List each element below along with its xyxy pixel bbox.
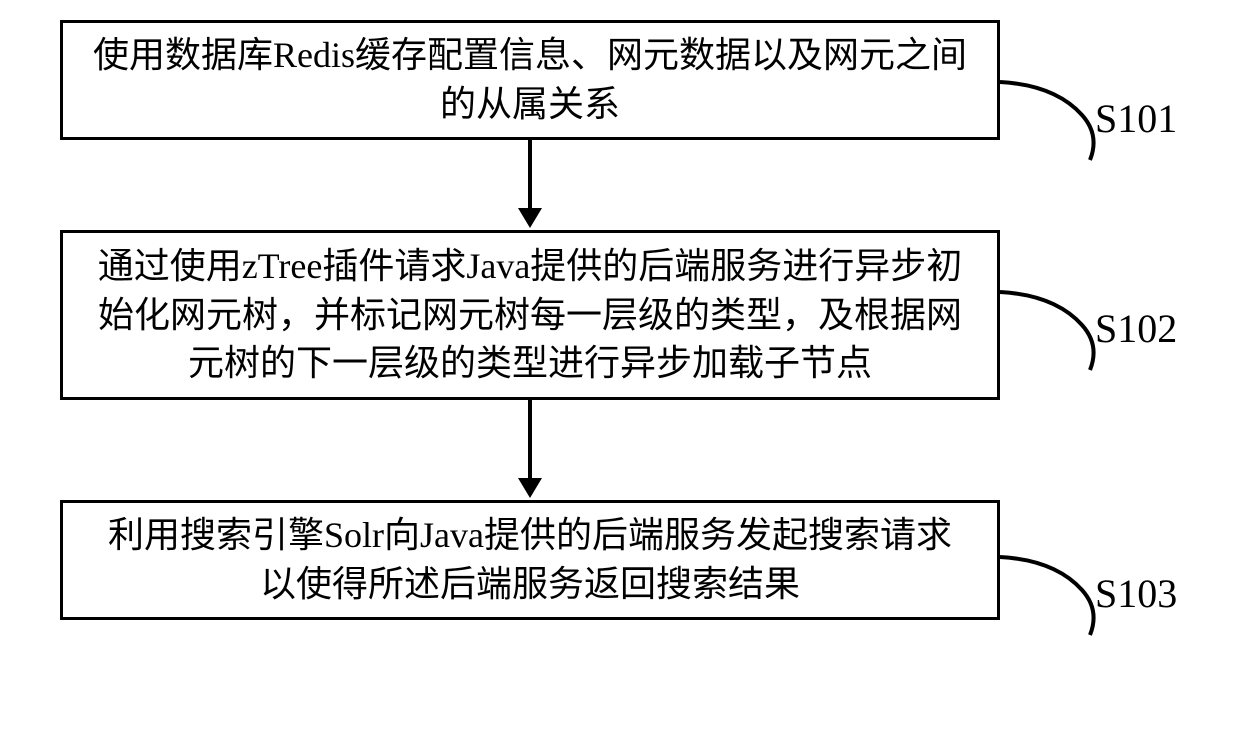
connector-swoosh-s102 (1000, 290, 1100, 375)
step-box-s101: 使用数据库Redis缓存配置信息、网元数据以及网元之间的从属关系 (60, 20, 1000, 140)
step-text-s102: 通过使用zTree插件请求Java提供的后端服务进行异步初始化网元树，并标记网元… (91, 242, 969, 388)
arrow-line (528, 400, 532, 480)
arrow-line (528, 140, 532, 210)
step-box-s102: 通过使用zTree插件请求Java提供的后端服务进行异步初始化网元树，并标记网元… (60, 230, 1000, 400)
arrow-head-icon (518, 208, 542, 228)
step-text-s103: 利用搜索引擎Solr向Java提供的后端服务发起搜索请求以使得所述后端服务返回搜… (91, 511, 969, 608)
flowchart-canvas: 使用数据库Redis缓存配置信息、网元数据以及网元之间的从属关系 S101 通过… (0, 0, 1240, 740)
connector-swoosh-s101 (1000, 80, 1100, 165)
step-label-s101: S101 (1095, 95, 1177, 142)
arrow-head-icon (518, 478, 542, 498)
step-text-s101: 使用数据库Redis缓存配置信息、网元数据以及网元之间的从属关系 (91, 31, 969, 128)
connector-swoosh-s103 (1000, 555, 1100, 640)
step-label-s102: S102 (1095, 305, 1177, 352)
step-label-s103: S103 (1095, 570, 1177, 617)
step-box-s103: 利用搜索引擎Solr向Java提供的后端服务发起搜索请求以使得所述后端服务返回搜… (60, 500, 1000, 620)
